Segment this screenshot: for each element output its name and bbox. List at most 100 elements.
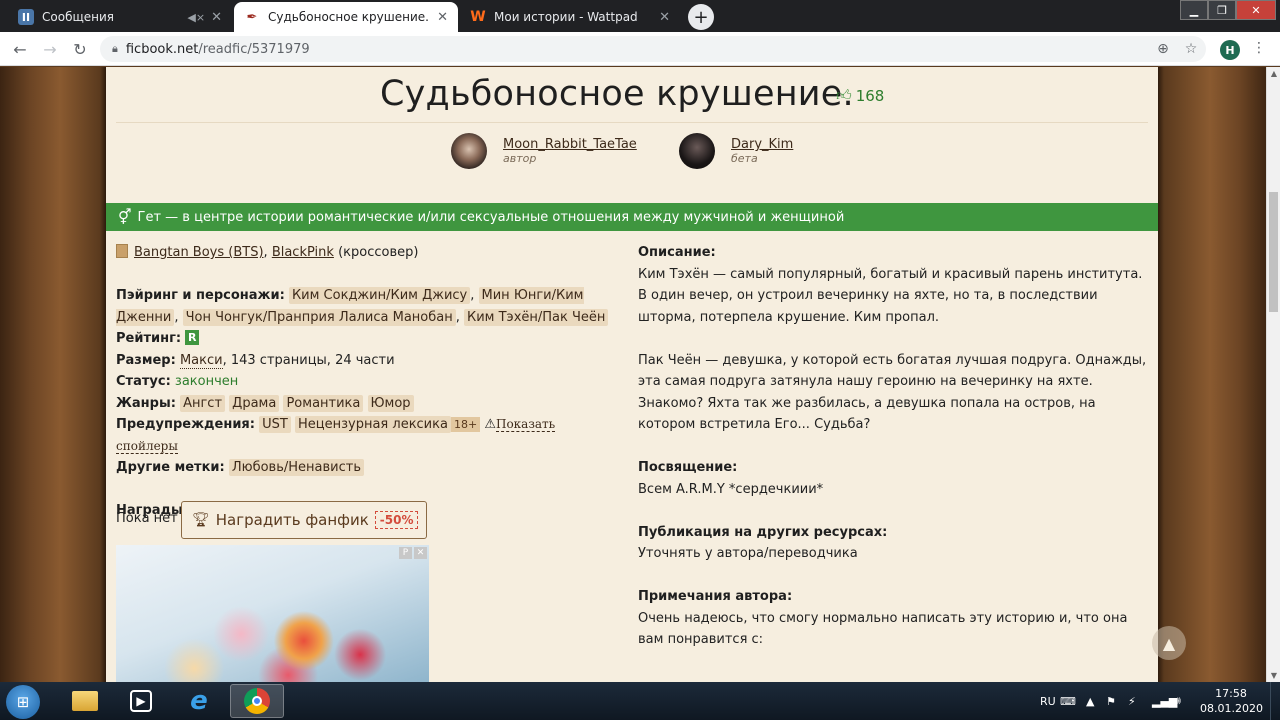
genre-tag[interactable]: Юмор: [367, 394, 414, 412]
close-window-button[interactable]: ✕: [1236, 0, 1276, 20]
warning-triangle-icon: ⚠: [484, 417, 496, 432]
close-tab-icon[interactable]: ✕: [211, 10, 222, 25]
clock-time: 17:58: [1215, 687, 1247, 700]
warning-tag[interactable]: Нецензурная лексика: [294, 416, 451, 433]
author-block: Moon_Rabbit_TaeTae автор: [451, 133, 637, 169]
pairing-tag[interactable]: Чон Чонгук/Пранприя Лалиса Манобан: [182, 308, 456, 326]
profile-avatar[interactable]: H: [1220, 40, 1240, 60]
beta-avatar[interactable]: [679, 133, 715, 169]
genre-tag[interactable]: Ангст: [180, 394, 226, 412]
discount-badge: -50%: [374, 511, 419, 529]
genre-tag[interactable]: Романтика: [283, 394, 364, 412]
power-icon[interactable]: ⚡︎: [1128, 682, 1136, 720]
speaker-muted-icon[interactable]: ◀×: [187, 11, 205, 24]
beta-name-link[interactable]: Dary_Kim: [731, 137, 793, 152]
start-button[interactable]: ⊞: [6, 685, 40, 719]
new-tab-button[interactable]: +: [688, 4, 714, 30]
language-indicator[interactable]: RU: [1040, 682, 1056, 720]
beta-block: Dary_Kim бета: [679, 133, 793, 169]
award-fic-button[interactable]: 🏆︎ Наградить фанфик -50%: [181, 501, 427, 539]
warning-tag[interactable]: UST: [259, 416, 291, 433]
tray-expand-icon[interactable]: ▲: [1086, 682, 1094, 720]
direction-banner[interactable]: ⚥ Гет — в центре истории романтические и…: [106, 203, 1158, 231]
thumbs-up-icon: 👍︎: [836, 86, 852, 104]
pairings-label: Пэйринг и персонажи:: [116, 288, 285, 303]
volume-icon[interactable]: 🔊︎: [1174, 682, 1181, 720]
ficbook-quill-icon: ✒: [246, 9, 258, 25]
ad-info-badge[interactable]: P: [399, 547, 412, 559]
fandom-link[interactable]: Bangtan Boys (BTS): [134, 245, 264, 260]
publication-text: Уточнять у автора/переводчика: [638, 546, 858, 561]
close-tab-icon[interactable]: ✕: [437, 10, 448, 25]
other-tags-row: Другие метки: Любовь/Ненависть: [116, 457, 616, 479]
bookmark-star-icon[interactable]: ☆: [1180, 40, 1202, 58]
dedication-text: Всем A.R.M.Y *сердечкиии*: [638, 481, 824, 497]
genre-tag[interactable]: Драма: [229, 394, 280, 412]
tab-wattpad[interactable]: W Мои истории - Wattpad ✕: [460, 2, 680, 32]
chrome-app-icon[interactable]: [230, 684, 284, 718]
scroll-down-arrow-icon[interactable]: ▼: [1269, 671, 1279, 680]
crossover-note: (кроссовер): [338, 245, 419, 260]
description-paragraph: Ким Тэхён — самый популярный, богатый и …: [638, 266, 1143, 325]
genres-row: Жанры: Ангст Драма Романтика Юмор: [116, 393, 616, 415]
awards-none-text: Пока нет: [116, 511, 178, 526]
add-circle-icon[interactable]: ⊕: [1152, 40, 1174, 58]
scroll-to-top-button[interactable]: ▲: [1152, 626, 1186, 660]
author-notes-text: Очень надеюсь, что смогу нормально напис…: [638, 610, 1128, 648]
other-tag[interactable]: Любовь/Ненависть: [228, 459, 364, 476]
browser-tab-strip: II Сообщения ◀× ✕ ✒ Судьбоносное крушени…: [0, 0, 1280, 32]
reload-icon[interactable]: ↻: [68, 37, 92, 61]
scroll-up-arrow-icon[interactable]: ▲: [1269, 69, 1279, 78]
age-badge: 18+: [450, 417, 481, 432]
close-tab-icon[interactable]: ✕: [659, 10, 670, 25]
scrollbar-thumb[interactable]: [1269, 192, 1278, 312]
award-button-label: Наградить фанфик: [215, 511, 369, 529]
address-bar[interactable]: 🔒︎ ficbook.net/readfic/5371979 ⊕ ☆: [100, 36, 1206, 62]
beta-role: бета: [731, 152, 758, 165]
show-desktop-button[interactable]: [1270, 682, 1280, 720]
status-value: закончен: [174, 374, 239, 389]
description-label: Описание:: [638, 245, 716, 260]
forward-arrow-icon[interactable]: →: [38, 37, 62, 61]
media-player-icon[interactable]: ▶: [114, 684, 168, 718]
fic-title: Судьбоносное крушение.: [380, 74, 854, 114]
tab-messages[interactable]: II Сообщения ◀× ✕: [8, 2, 232, 32]
size-link[interactable]: Макси: [179, 352, 223, 369]
back-arrow-icon[interactable]: ←: [8, 37, 32, 61]
fic-description: Описание: Ким Тэхён — самый популярный, …: [638, 242, 1148, 651]
ad-close-icon[interactable]: ✕: [414, 547, 427, 559]
wattpad-icon: W: [470, 9, 486, 25]
warnings-label: Предупреждения:: [116, 417, 255, 432]
flag-icon[interactable]: ⚑: [1106, 682, 1116, 720]
keyboard-icon[interactable]: ⌨: [1060, 682, 1076, 720]
size-row: Размер: Макси, 143 страницы, 24 части: [116, 350, 616, 372]
scrollbar[interactable]: ▲ ▼: [1266, 67, 1280, 682]
explorer-app-icon[interactable]: [58, 684, 112, 718]
author-avatar[interactable]: [451, 133, 487, 169]
advertisement-image[interactable]: P ✕: [116, 545, 429, 682]
trophy-icon: 🏆︎: [192, 512, 210, 528]
tab-title: Мои истории - Wattpad: [494, 10, 638, 24]
author-notes-label: Примечания автора:: [638, 589, 793, 604]
minimize-button[interactable]: ▁: [1180, 0, 1208, 20]
rating-row: Рейтинг: R: [116, 328, 616, 350]
pairing-tag[interactable]: Ким Тэхён/Пак Чеён: [464, 308, 609, 326]
pairing-tag[interactable]: Ким Сокджин/Ким Джису: [288, 287, 471, 304]
size-label: Размер:: [116, 352, 176, 368]
dedication-label: Посвящение:: [638, 460, 738, 475]
system-clock[interactable]: 17:58 08.01.2020: [1200, 686, 1263, 716]
url-path: /readfic/5371979: [198, 41, 310, 57]
fic-metadata: Bangtan Boys (BTS), BlackPink (кроссовер…: [116, 242, 616, 522]
tab-ficbook[interactable]: ✒ Судьбоносное крушение. — фа ✕: [234, 2, 458, 32]
menu-kebab-icon[interactable]: ⋮: [1252, 40, 1266, 56]
browser-toolbar: ← → ↻ 🔒︎ ficbook.net/readfic/5371979 ⊕ ☆: [0, 32, 1280, 66]
ie-browser-icon[interactable]: e: [172, 684, 226, 718]
pairings-row: Пэйринг и персонажи: Ким Сокджин/Ким Джи…: [116, 285, 616, 328]
likes-count: 168: [855, 86, 885, 105]
fandom-link[interactable]: BlackPink: [272, 245, 334, 260]
lock-icon: 🔒︎: [112, 42, 118, 55]
author-name-link[interactable]: Moon_Rabbit_TaeTae: [503, 137, 637, 152]
rating-badge[interactable]: R: [185, 330, 200, 345]
likes-counter[interactable]: 👍︎ 168: [836, 86, 884, 105]
maximize-button[interactable]: ❐: [1208, 0, 1236, 20]
